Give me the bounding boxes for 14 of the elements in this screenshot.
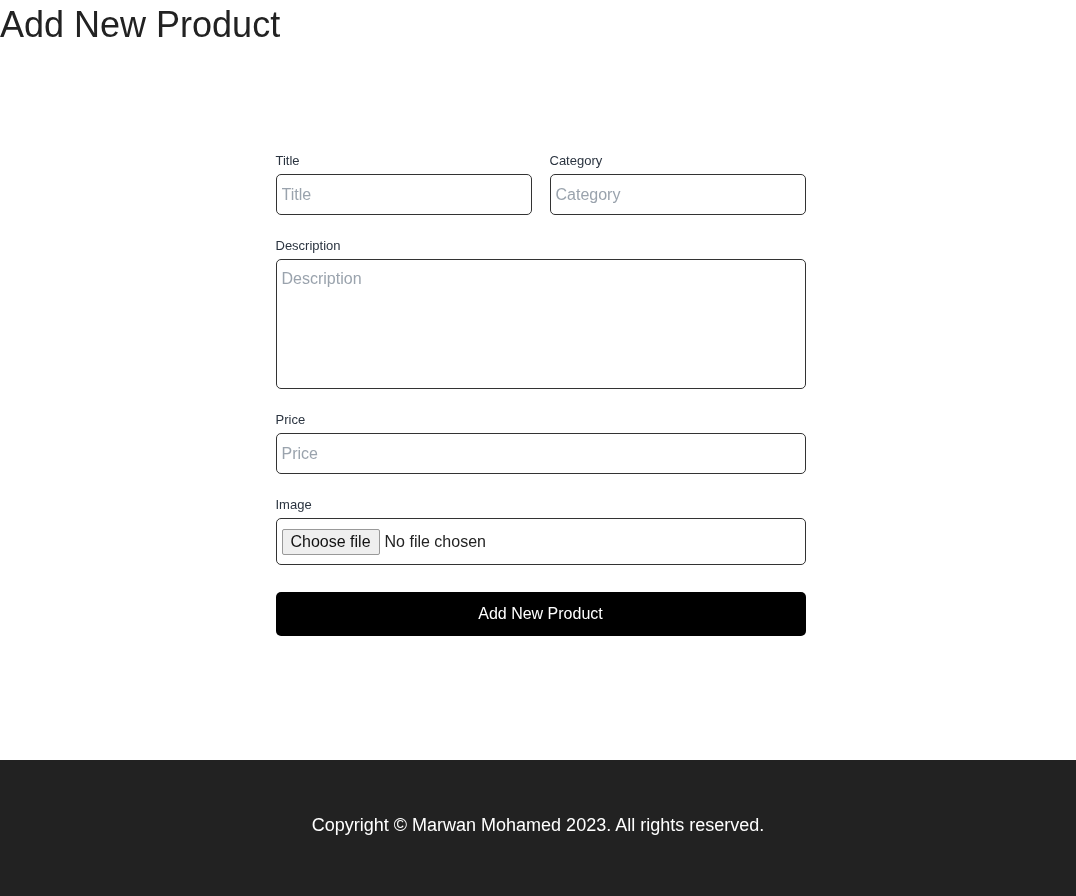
field-label: Image [275, 497, 312, 512]
page-title: Add New Product [0, 3, 281, 47]
text-area[interactable]: Description [275, 259, 806, 389]
field-label: Price [275, 412, 306, 427]
choose-file-button[interactable]: Choose file [281, 528, 380, 555]
copyright-text: Copyright © Marwan Mohamed 2023. All rights reserved. [311, 815, 765, 836]
add-product-button[interactable]: Add New Product [275, 592, 806, 636]
field-label: Description [275, 238, 341, 253]
field-label: Category [549, 153, 603, 168]
text-field[interactable]: Price [275, 433, 806, 474]
field-label: Title [275, 153, 300, 168]
file-status: No file chosen [384, 532, 486, 551]
text-field[interactable]: Category [549, 174, 806, 215]
text-field[interactable]: Title [275, 174, 532, 215]
